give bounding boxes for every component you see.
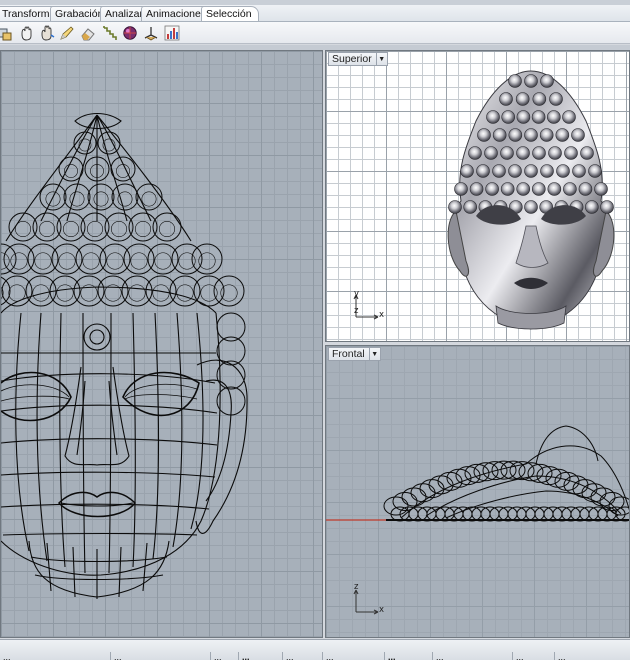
front-viewport[interactable]: Frontal ▼ z x [325,345,630,638]
status-cell[interactable]: ... [0,652,110,660]
axis-label-x: x [379,310,385,320]
tab-bar-top-strip [0,0,630,5]
render-icon[interactable] [121,24,139,42]
status-cell[interactable]: ... [432,652,512,660]
status-cell[interactable]: ... [554,652,630,660]
top-viewport[interactable]: Superior ▼ y z x [325,50,630,342]
axis-label-x: x [379,605,385,615]
buddha-render [353,70,615,330]
status-bar: ... ... ... ... ... ... ... ... ... ... [0,639,630,660]
viewport-label-text: Frontal [332,348,365,360]
viewport-title-frontal[interactable]: Frontal ▼ [328,347,381,361]
eraser-icon[interactable] [79,24,97,42]
chevron-down-icon[interactable]: ▼ [375,53,387,65]
status-cell[interactable]: ... [210,652,238,660]
chevron-down-icon[interactable]: ▼ [368,348,380,360]
gumball-icon[interactable] [142,24,160,42]
axis-label-z: z [354,582,359,592]
pencil-icon[interactable] [58,24,76,42]
axis-label-y: y [354,289,360,299]
status-cell[interactable]: ... [238,652,282,660]
face-wireframe [1,286,248,599]
stairs-icon[interactable] [101,24,119,42]
status-cell[interactable]: ... [512,652,554,660]
axis-triad-front [353,589,379,615]
chart-icon[interactable] [163,24,181,42]
hand-icon[interactable] [38,24,56,42]
buddha-wireframe-model [1,112,248,599]
command-toolbar [0,22,630,44]
transform-icon[interactable] [0,24,14,42]
status-cell[interactable]: ... [110,652,210,660]
tab-seleccion[interactable]: Selección [201,6,259,21]
status-cell[interactable]: ... [322,652,384,660]
viewport-label-text: Superior [332,53,372,65]
status-cell[interactable]: ... [282,652,322,660]
grab-icon[interactable] [17,24,35,42]
axis-label-z: z [354,306,359,316]
status-cell[interactable]: ... [384,652,432,660]
perspective-viewport[interactable] [0,50,323,638]
buddha-front-wireframe [326,425,629,615]
menu-tab-bar: Transformar Grabación Analizar Animacion… [0,0,630,22]
viewport-title-superior[interactable]: Superior ▼ [328,52,388,66]
